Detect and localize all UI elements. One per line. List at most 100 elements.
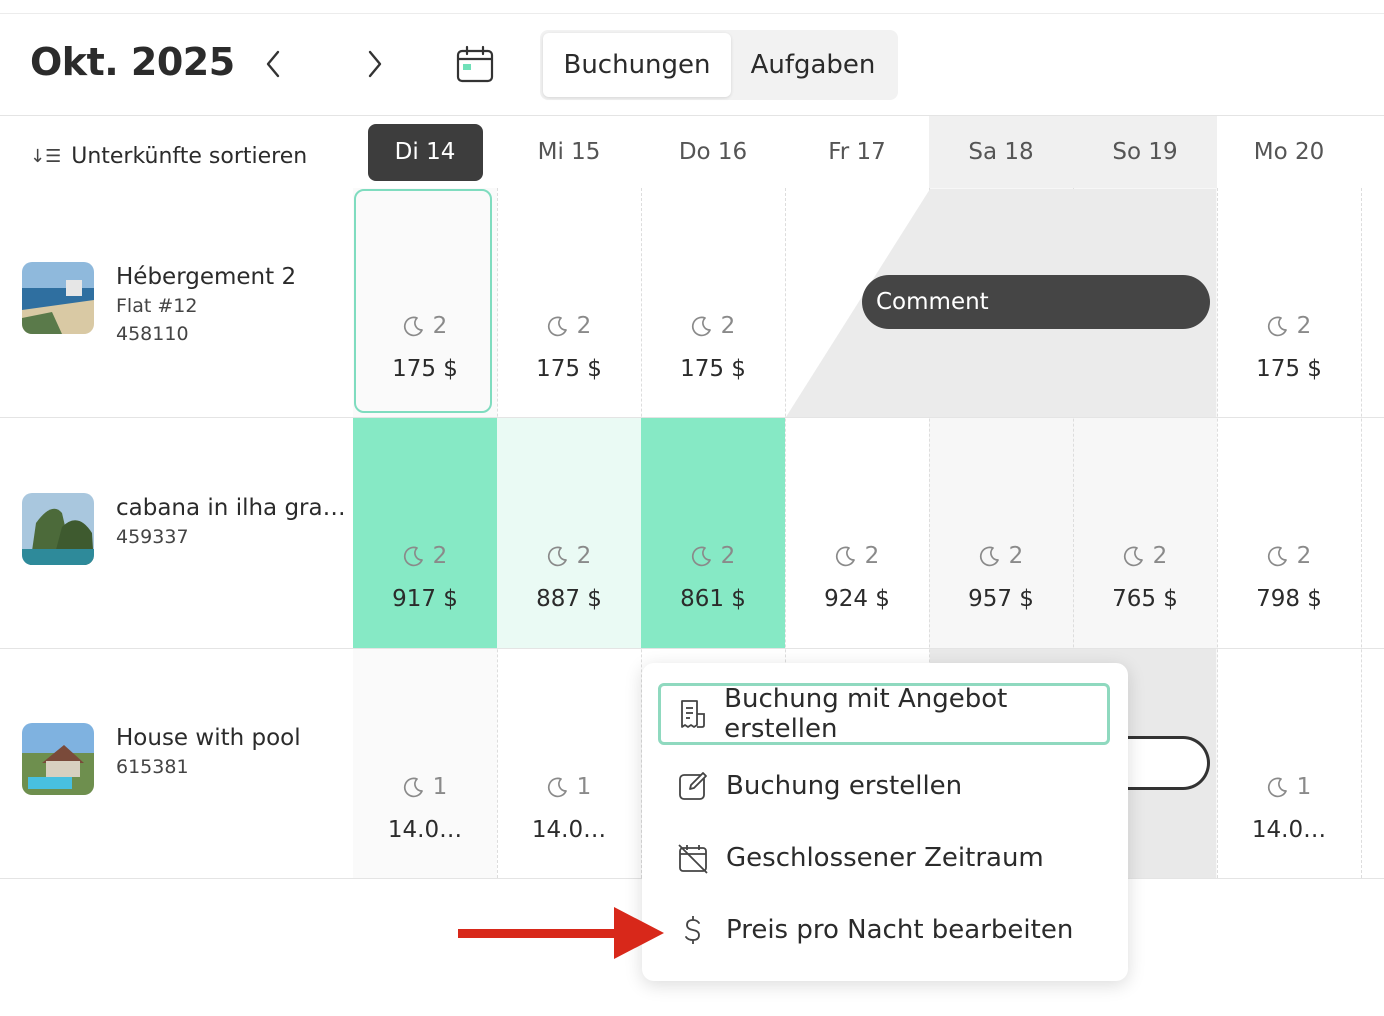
min-nights-value: 2 — [1296, 313, 1312, 339]
tab-bookings[interactable]: Buchungen — [543, 33, 731, 97]
min-nights: 2 — [497, 543, 641, 569]
top-divider — [0, 13, 1384, 14]
min-nights: 2 — [929, 543, 1073, 569]
calendar-cell[interactable]: 2 175 $ — [497, 188, 641, 418]
min-nights: 2 — [641, 543, 785, 569]
day-header-4: Sa 18 — [929, 116, 1073, 188]
property-row-house[interactable]: House with pool 615381 — [22, 723, 301, 795]
calendar-blocked-icon — [676, 841, 710, 875]
calendar-icon — [456, 45, 494, 83]
menu-item-label: Preis pro Nacht bearbeiten — [726, 915, 1074, 945]
calendar-picker-button[interactable] — [452, 42, 498, 88]
menu-item-create-booking[interactable]: Buchung erstellen — [658, 755, 1110, 817]
day-label: So 19 — [1112, 139, 1178, 165]
day-label: Do 16 — [678, 139, 748, 165]
booking-comment-pill[interactable]: Comment — [862, 275, 1210, 329]
min-nights-value: 2 — [1008, 543, 1024, 569]
calendar-cell[interactable]: 2 175 $ — [641, 188, 785, 418]
calendar-cell[interactable]: 2 917 $ — [353, 418, 497, 648]
dollar-icon — [676, 913, 710, 947]
min-nights: 2 — [641, 313, 785, 339]
min-nights: 2 — [1073, 543, 1217, 569]
day-header-2: Do 16 — [641, 116, 785, 188]
nightly-price: 175 $ — [680, 356, 746, 382]
row-divider — [0, 417, 1384, 418]
booking-comment-text: Comment — [876, 289, 989, 315]
min-nights-value: 2 — [1152, 543, 1168, 569]
chevron-left-icon — [266, 50, 280, 78]
nightly-price: 14.0… — [1251, 817, 1327, 843]
sort-properties-button[interactable]: ↓☰ Unterkünfte sortieren — [30, 144, 307, 169]
tab-tasks[interactable]: Aufgaben — [731, 33, 895, 97]
calendar-cell[interactable]: 2 765 $ — [1073, 418, 1217, 648]
calendar-cell[interactable]: 1 14.0… — [497, 649, 641, 879]
day-label: Mo 20 — [1253, 139, 1325, 165]
menu-item-closed-period[interactable]: Geschlossener Zeitraum — [658, 827, 1110, 889]
property-id: 459337 — [116, 526, 189, 548]
calendar-cell[interactable]: 2 957 $ — [929, 418, 1073, 648]
min-nights: 2 — [1217, 543, 1361, 569]
day-header-0: Di 14 — [353, 116, 497, 188]
min-nights-value: 2 — [576, 313, 592, 339]
nightly-price: 765 $ — [1112, 586, 1178, 612]
nightly-price: 14.0… — [387, 817, 463, 843]
column-divider — [1361, 188, 1362, 878]
min-nights: 1 — [497, 774, 641, 800]
nightly-price: 175 $ — [1256, 356, 1322, 382]
nightly-price: 861 $ — [680, 586, 746, 612]
menu-item-label: Buchung erstellen — [726, 771, 963, 801]
selected-date-cell[interactable] — [354, 189, 492, 413]
day-header-6: Mo 20 — [1217, 116, 1361, 188]
calendar-cell[interactable]: 2 924 $ — [785, 418, 929, 648]
min-nights-value: 1 — [576, 774, 592, 800]
property-name: cabana in ilha gra… — [116, 495, 346, 521]
min-nights-value: 2 — [432, 543, 448, 569]
min-nights-value: 1 — [1296, 774, 1312, 800]
chevron-right-icon — [368, 50, 382, 78]
min-nights-value: 2 — [864, 543, 880, 569]
day-label: Fr 17 — [828, 139, 886, 165]
property-id: 615381 — [116, 756, 189, 778]
nightly-price: 175 $ — [536, 356, 602, 382]
calendar-cell[interactable]: 1 14.0… — [353, 649, 497, 879]
calendar-cell[interactable]: 2 887 $ — [497, 418, 641, 648]
min-nights-value: 2 — [720, 313, 736, 339]
calendar-cell[interactable]: 2 175 $ — [1217, 188, 1361, 418]
view-switcher: Buchungen Aufgaben — [540, 30, 898, 100]
property-thumbnail — [22, 493, 94, 565]
min-nights-value: 2 — [720, 543, 736, 569]
min-nights: 2 — [1217, 313, 1361, 339]
calendar-cell[interactable]: 1 14.0… — [1217, 649, 1361, 879]
quote-document-icon — [676, 697, 708, 731]
edit-icon — [676, 769, 710, 803]
day-header-1: Mi 15 — [497, 116, 641, 188]
nightly-price: 798 $ — [1256, 586, 1322, 612]
nightly-price: 917 $ — [392, 586, 458, 612]
previous-month-button[interactable] — [253, 44, 293, 84]
nightly-price: 887 $ — [536, 586, 602, 612]
menu-item-create-booking-with-quote[interactable]: Buchung mit Angebot erstellen — [658, 683, 1110, 745]
property-thumbnail — [22, 262, 94, 334]
menu-item-label: Geschlossener Zeitraum — [726, 843, 1044, 873]
property-subtitle: Flat #12 — [116, 295, 198, 317]
property-thumbnail — [22, 723, 94, 795]
property-row-hebergement[interactable]: Hébergement 2 Flat #12 458110 — [22, 262, 296, 348]
month-title: Okt. 2025 — [30, 40, 235, 84]
calendar-cell[interactable]: 2 861 $ — [641, 418, 785, 648]
nightly-price: 924 $ — [824, 586, 890, 612]
menu-item-label: Buchung mit Angebot erstellen — [724, 684, 1008, 744]
nightly-price: 14.0… — [531, 817, 607, 843]
day-label: Di 14 — [367, 123, 483, 181]
property-name: Hébergement 2 — [116, 264, 297, 290]
calendar-cell[interactable]: 2 798 $ — [1217, 418, 1361, 648]
min-nights-value: 2 — [1296, 543, 1312, 569]
menu-item-edit-nightly-price[interactable]: Preis pro Nacht bearbeiten — [658, 899, 1110, 961]
next-month-button[interactable] — [355, 44, 395, 84]
min-nights: 2 — [353, 543, 497, 569]
property-id: 458110 — [116, 323, 189, 345]
property-row-cabana[interactable]: cabana in ilha gra… 459337 — [22, 493, 346, 565]
sort-label: Unterkünfte sortieren — [71, 144, 308, 169]
day-label: Mi 15 — [537, 139, 601, 165]
min-nights: 2 — [497, 313, 641, 339]
sort-icon: ↓☰ — [30, 146, 62, 167]
